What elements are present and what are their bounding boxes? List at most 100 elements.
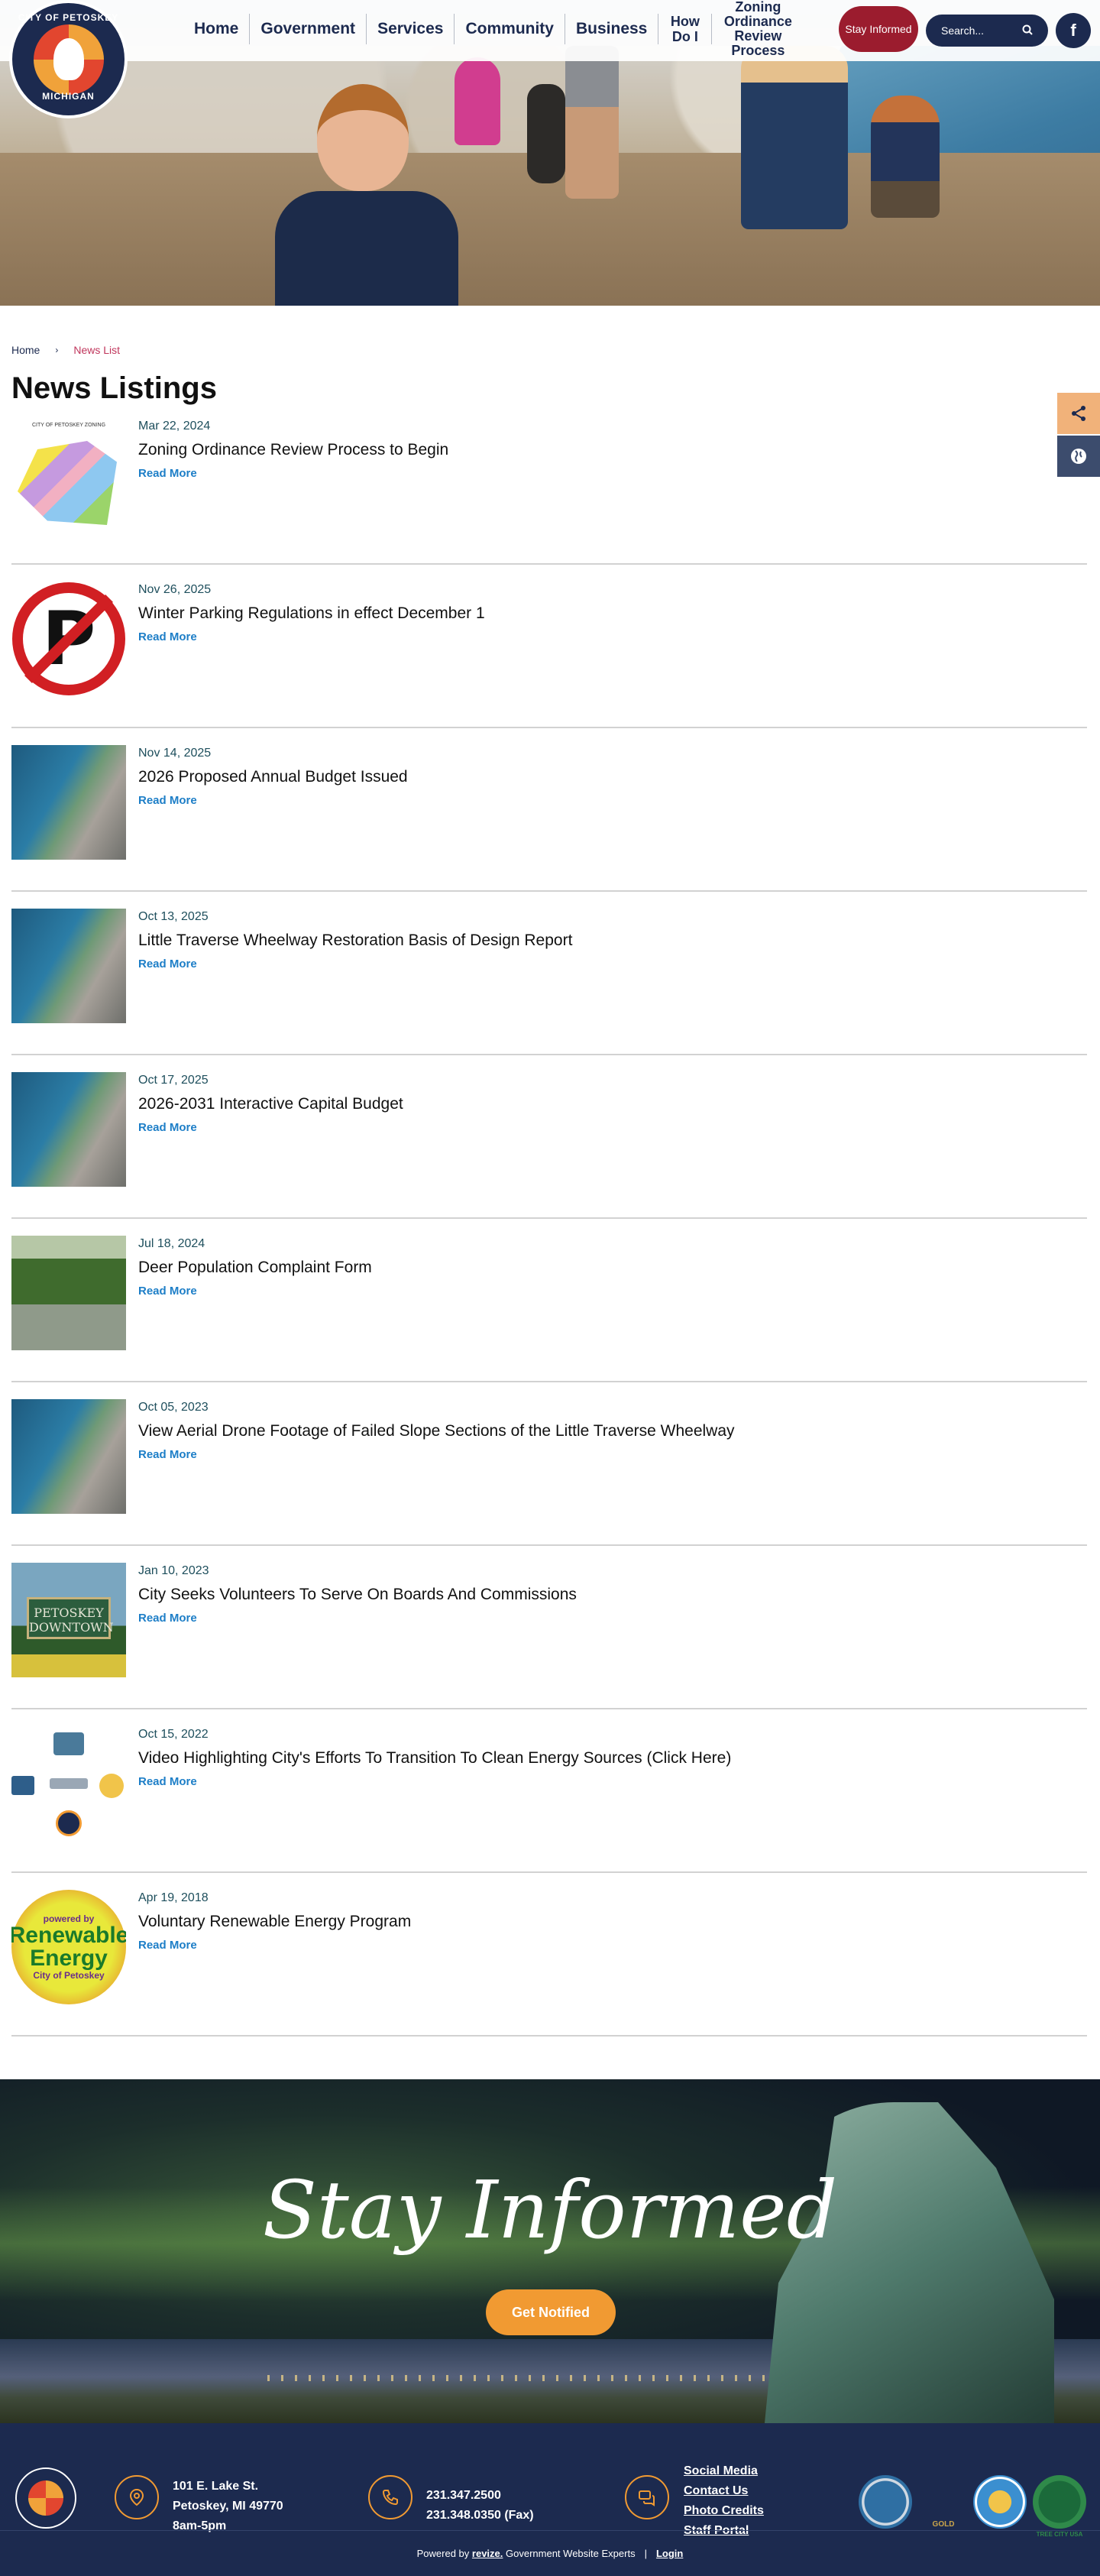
news-body: Mar 22, 2024 Zoning Ordinance Review Pro…: [138, 418, 448, 546]
news-title[interactable]: City Seeks Volunteers To Serve On Boards…: [138, 1586, 577, 1604]
stay-informed-section: Stay Informed Get Notified: [0, 2079, 1100, 2423]
news-title[interactable]: 2026 Proposed Annual Budget Issued: [138, 768, 408, 786]
partner-logo-sun: [99, 1774, 124, 1798]
nav-how-do-i[interactable]: How Do I: [658, 14, 713, 44]
news-thumbnail-no-parking[interactable]: P: [11, 582, 126, 696]
read-more-link[interactable]: Read More: [138, 794, 408, 807]
news-date: Oct 13, 2025: [138, 910, 209, 923]
tree-city-usa-badge[interactable]: TREE CITY USA: [1033, 2475, 1086, 2538]
facebook-icon[interactable]: f: [1056, 13, 1091, 48]
news-date: Mar 22, 2024: [138, 420, 211, 433]
shore-lights: [267, 2375, 802, 2381]
news-item: CITY OF PETOSKEY ZONING Mar 22, 2024 Zon…: [11, 418, 1087, 565]
news-thumbnail-logos[interactable]: [11, 1726, 126, 1841]
energy-city-text: City of Petoskey: [33, 1970, 105, 1981]
news-item: Oct 13, 2025 Little Traverse Wheelway Re…: [11, 909, 1087, 1055]
search-placeholder: Search...: [941, 24, 985, 37]
news-title[interactable]: Winter Parking Regulations in effect Dec…: [138, 604, 485, 623]
news-thumbnail-aerial-bay[interactable]: [11, 1072, 126, 1187]
search-input[interactable]: Search...: [926, 15, 1048, 47]
nav-business[interactable]: Business: [565, 14, 659, 44]
nav-community[interactable]: Community: [455, 14, 565, 44]
phone-icon: [368, 2475, 412, 2519]
hero-dog: [527, 84, 565, 183]
revize-link[interactable]: revize.: [472, 2548, 503, 2559]
nav-services[interactable]: Services: [367, 14, 455, 44]
news-date: Nov 14, 2025: [138, 747, 212, 760]
stay-informed-title: Stay Informed: [262, 2163, 838, 2257]
energy-main-text: Renewable Energy: [11, 1923, 126, 1971]
main-content: Home › News List News Listings CITY OF P…: [0, 306, 1100, 2036]
news-body: Nov 14, 2025 2026 Proposed Annual Budget…: [138, 745, 408, 873]
partner-logo-center: [50, 1778, 88, 1789]
hero-boy-shirt: [275, 191, 458, 306]
news-title[interactable]: Video Highlighting City's Efforts To Tra…: [138, 1749, 731, 1768]
footer-links: Social Media Contact Us Photo Credits St…: [684, 2461, 764, 2541]
news-thumbnail-aerial-bay[interactable]: [11, 745, 126, 860]
read-more-link[interactable]: Read More: [138, 1448, 735, 1461]
nav-zoning-ordinance[interactable]: Zoning Ordinance Review Process: [712, 0, 804, 58]
map-pin-icon: [115, 2475, 159, 2519]
read-more-link[interactable]: Read More: [138, 1285, 372, 1298]
footer-link-photo-credits[interactable]: Photo Credits: [684, 2501, 764, 2521]
news-thumbnail-deer-yard[interactable]: [11, 1236, 126, 1350]
read-more-link[interactable]: Read More: [138, 467, 448, 480]
read-more-link[interactable]: Read More: [138, 1121, 403, 1134]
news-body: Oct 13, 2025 Little Traverse Wheelway Re…: [138, 909, 572, 1037]
logo-profile-icon: [53, 38, 84, 80]
footer-logo[interactable]: [15, 2467, 76, 2529]
hero-boy-head: [317, 84, 409, 191]
chat-icon: [625, 2475, 669, 2519]
stay-informed-button[interactable]: Stay Informed: [839, 6, 918, 52]
award-badge-blue[interactable]: [859, 2475, 912, 2529]
news-thumbnail-downtown-sign[interactable]: PETOSKEY DOWNTOWN: [11, 1563, 126, 1677]
powered-by-prefix: Powered by: [416, 2548, 470, 2559]
city-logo[interactable]: CITY OF PETOSKEY MICHIGAN: [9, 0, 128, 118]
news-date: Apr 19, 2018: [138, 1891, 209, 1904]
read-more-link[interactable]: Read More: [138, 1612, 577, 1625]
news-body: Apr 19, 2018 Voluntary Renewable Energy …: [138, 1890, 411, 2018]
news-thumbnail-aerial-bay[interactable]: [11, 1399, 126, 1514]
news-thumbnail-aerial-bay[interactable]: [11, 909, 126, 1023]
hero-woman: [741, 46, 848, 229]
award-badge-sun[interactable]: [973, 2475, 1027, 2529]
news-title[interactable]: Deer Population Complaint Form: [138, 1259, 372, 1277]
read-more-link[interactable]: Read More: [138, 1775, 731, 1788]
phone-number[interactable]: 231.347.2500: [426, 2486, 534, 2506]
renewable-energy-logo: powered by Renewable Energy City of Peto…: [11, 1890, 126, 2004]
news-title[interactable]: View Aerial Drone Footage of Failed Slop…: [138, 1422, 735, 1440]
header-hero: CITY OF PETOSKEY MICHIGAN Home Governmen…: [0, 0, 1100, 306]
news-title[interactable]: Little Traverse Wheelway Restoration Bas…: [138, 932, 572, 950]
footer-link-contact-us[interactable]: Contact Us: [684, 2481, 764, 2501]
login-link[interactable]: Login: [656, 2548, 683, 2559]
news-thumbnail-zoning-map[interactable]: CITY OF PETOSKEY ZONING: [11, 418, 126, 533]
footer: 101 E. Lake St. Petoskey, MI 49770 8am-5…: [0, 2423, 1100, 2576]
news-thumbnail-renewable-energy[interactable]: powered by Renewable Energy City of Peto…: [11, 1890, 126, 2004]
main-nav: Home Government Services Community Busin…: [183, 0, 804, 58]
logo-emblem: [33, 24, 104, 95]
hero-boy: [275, 84, 458, 306]
read-more-link[interactable]: Read More: [138, 1939, 411, 1952]
footer-separator: |: [644, 2548, 647, 2559]
hero-person: [565, 46, 619, 199]
news-date: Oct 05, 2023: [138, 1401, 209, 1414]
search-icon[interactable]: [1022, 24, 1033, 37]
read-more-link[interactable]: Read More: [138, 630, 485, 643]
read-more-link[interactable]: Read More: [138, 957, 572, 970]
address-line2: Petoskey, MI 49770: [173, 2500, 283, 2513]
nav-home[interactable]: Home: [183, 14, 251, 44]
news-date: Nov 26, 2025: [138, 583, 212, 596]
zoning-map-caption: CITY OF PETOSKEY ZONING: [31, 423, 106, 428]
nav-government[interactable]: Government: [250, 14, 367, 44]
breadcrumb-home[interactable]: Home: [11, 344, 40, 356]
get-notified-button[interactable]: Get Notified: [486, 2289, 616, 2335]
statue-image: [764, 2102, 1054, 2423]
news-title[interactable]: 2026-2031 Interactive Capital Budget: [138, 1095, 403, 1113]
news-title[interactable]: Voluntary Renewable Energy Program: [138, 1913, 411, 1931]
award-badge-gold[interactable]: GOLD: [917, 2475, 970, 2529]
news-item: Oct 15, 2022 Video Highlighting City's E…: [11, 1726, 1087, 1873]
news-title[interactable]: Zoning Ordinance Review Process to Begin: [138, 441, 448, 459]
news-item: Nov 14, 2025 2026 Proposed Annual Budget…: [11, 745, 1087, 892]
breadcrumb-current[interactable]: News List: [73, 344, 120, 356]
footer-link-social-media[interactable]: Social Media: [684, 2461, 764, 2481]
